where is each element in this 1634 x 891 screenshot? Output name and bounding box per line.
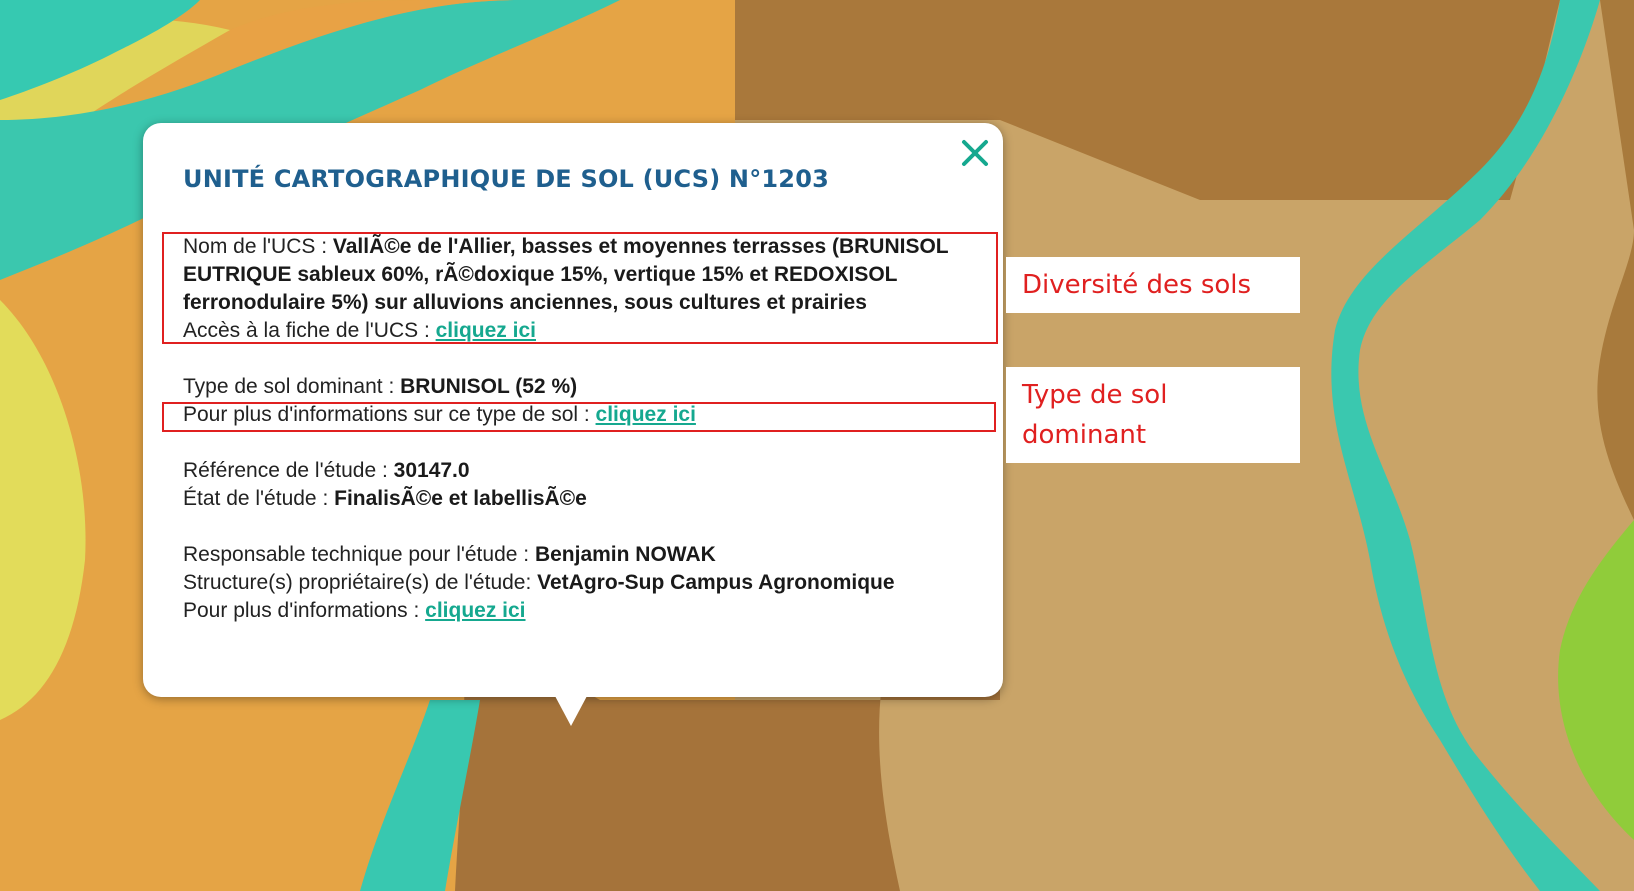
popup-title: UNITÉ CARTOGRAPHIQUE DE SOL (UCS) N°1203 <box>183 165 830 193</box>
highlight-box-dominant-soil <box>162 402 996 432</box>
study-ref-label: Référence de l'étude : <box>183 459 394 482</box>
close-button[interactable] <box>955 133 995 173</box>
tech-lead-value: Benjamin NOWAK <box>534 543 716 566</box>
study-ref-row: Référence de l'étude : 30147.0 <box>183 457 953 485</box>
more-info-link[interactable]: cliquez ici <box>425 599 525 622</box>
study-state-value: FinalisÃ©e et labellisÃ©e <box>334 487 587 510</box>
more-info-label: Pour plus d'informations : <box>183 599 426 622</box>
owner-value: VetAgro-Sup Campus Agronomique <box>537 571 895 594</box>
highlight-box-ucs-name <box>162 232 998 344</box>
dominant-soil-row: Type de sol dominant : BRUNISOL (52 %) <box>183 373 953 401</box>
annotation-dominant: Type de sol dominant <box>1006 367 1300 463</box>
annotation-diversity: Diversité des sols <box>1006 257 1300 313</box>
annotation-dominant-text: Type de sol dominant <box>1022 380 1168 450</box>
dominant-soil-value: BRUNISOL (52 %) <box>400 375 578 398</box>
owner-label: Structure(s) propriétaire(s) de l'étude: <box>183 571 538 594</box>
popup-pointer <box>555 696 587 726</box>
study-ref-value: 30147.0 <box>393 459 470 482</box>
owner-row: Structure(s) propriétaire(s) de l'étude:… <box>183 569 953 597</box>
tech-lead-label: Responsable technique pour l'étude : <box>183 543 535 566</box>
tech-lead-row: Responsable technique pour l'étude : Ben… <box>183 541 953 569</box>
study-state-row: État de l'étude : FinalisÃ©e et labellis… <box>183 485 953 513</box>
study-state-label: État de l'étude : <box>183 487 335 510</box>
dominant-soil-label: Type de sol dominant : <box>183 375 401 398</box>
more-info-row: Pour plus d'informations : cliquez ici <box>183 597 953 625</box>
annotation-diversity-text: Diversité des sols <box>1022 270 1252 300</box>
close-icon[interactable] <box>955 133 995 173</box>
